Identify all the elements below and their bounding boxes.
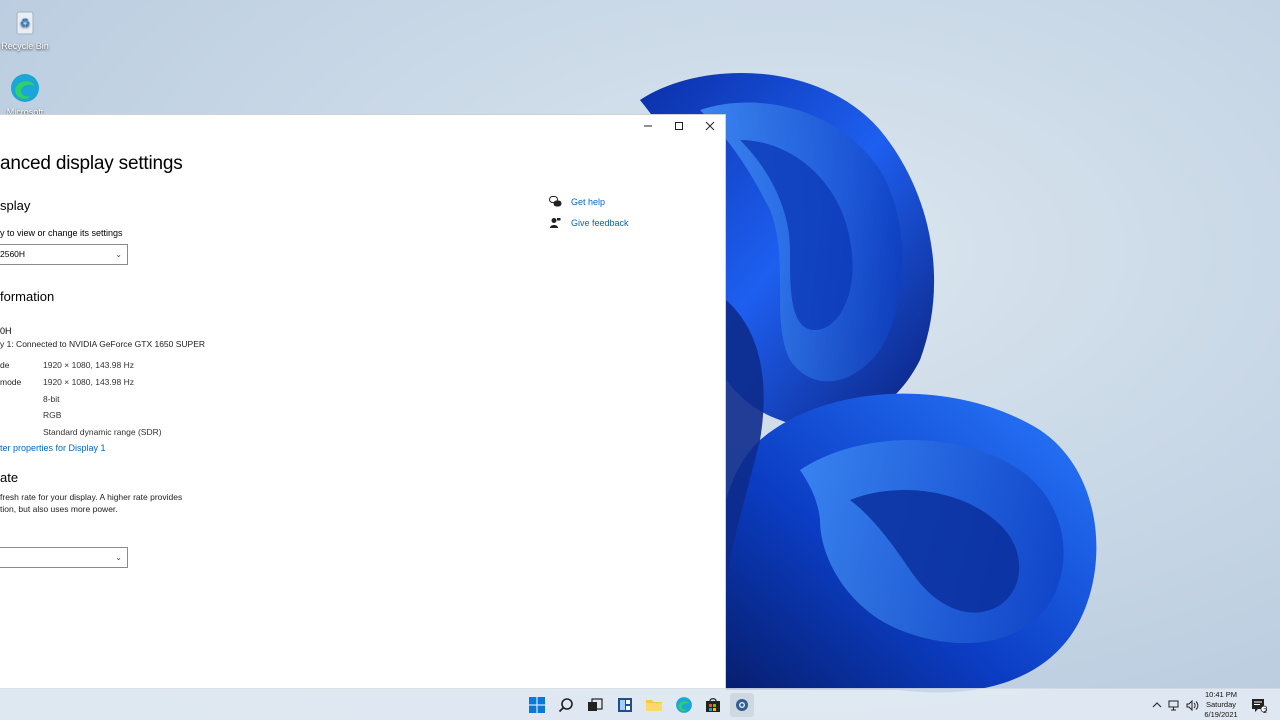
start-button[interactable]: [525, 693, 549, 717]
feedback-person-icon: [548, 216, 562, 230]
adapter-properties-link[interactable]: ter properties for Display 1: [0, 443, 106, 453]
notification-center-button[interactable]: 2: [1248, 693, 1270, 717]
recycle-bin-label: Recycle Bin: [1, 41, 49, 51]
close-icon: [705, 121, 714, 131]
edge-taskbar-button[interactable]: [672, 693, 696, 717]
chevron-up-icon: [1152, 702, 1162, 708]
maximize-icon: [674, 122, 683, 130]
show-hidden-icons-button[interactable]: [1150, 701, 1164, 709]
svg-text:♻: ♻: [20, 16, 31, 30]
select-display-prompt: y to view or change its settings: [0, 228, 123, 238]
info-value-color-space: Standard dynamic range (SDR): [43, 427, 162, 437]
clock-time: 10:41 PM: [1204, 690, 1238, 699]
system-tray: [1150, 689, 1200, 720]
desktop-icon-recycle-bin[interactable]: ♻ Recycle Bin: [0, 6, 50, 51]
minimize-icon: [643, 125, 652, 127]
give-feedback-row[interactable]: Give feedback: [548, 212, 629, 233]
store-button[interactable]: [701, 693, 725, 717]
taskbar-clock[interactable]: 10:41 PM Saturday 6/19/2021: [1196, 689, 1246, 720]
settings-content: anced display settings splay y to view o…: [0, 115, 540, 689]
display-select-value: 2560H: [0, 249, 26, 259]
widgets-button[interactable]: [613, 693, 637, 717]
windows-logo-icon: [529, 697, 545, 713]
task-view-button[interactable]: [583, 693, 607, 717]
info-value-bit-depth: 8-bit: [43, 394, 60, 404]
close-button[interactable]: [694, 115, 725, 137]
gear-icon: [736, 699, 748, 711]
info-value-color-format: RGB: [43, 410, 62, 420]
info-label-active-mode: mode: [0, 377, 22, 387]
edge-icon: [676, 697, 692, 713]
clock-date: 6/19/2021: [1204, 710, 1238, 719]
widgets-icon: [618, 698, 632, 712]
maximize-button[interactable]: [663, 115, 694, 137]
refresh-description-line1: fresh rate for your display. A higher ra…: [0, 492, 183, 502]
chevron-down-icon: ⌄: [115, 553, 122, 562]
page-title: anced display settings: [0, 153, 183, 174]
connection-info: y 1: Connected to NVIDIA GeForce GTX 165…: [0, 339, 206, 349]
info-value-active-mode: 1920 × 1080, 143.98 Hz: [43, 377, 134, 387]
refresh-description-line2: tion, but also uses more power.: [0, 504, 118, 514]
settings-window: anced display settings splay y to view o…: [0, 114, 726, 690]
clock-day: Saturday: [1205, 700, 1237, 709]
section-heading-refresh: ate: [0, 470, 19, 485]
recycle-bin-icon: ♻: [9, 6, 41, 38]
chevron-down-icon: ⌄: [115, 250, 122, 259]
task-view-icon: [588, 698, 603, 711]
folder-icon: [646, 700, 662, 711]
refresh-rate-select[interactable]: ⌄: [0, 547, 128, 568]
section-heading-info: formation: [0, 289, 55, 304]
edge-icon: [9, 72, 41, 104]
taskbar-search-button[interactable]: [554, 693, 578, 717]
file-explorer-button[interactable]: [642, 693, 666, 717]
search-icon: [558, 698, 573, 713]
info-value-desktop-mode: 1920 × 1080, 143.98 Hz: [43, 360, 134, 370]
minimize-button[interactable]: [632, 115, 663, 137]
network-button[interactable]: [1166, 700, 1182, 711]
network-icon: [1168, 700, 1178, 710]
get-help-row[interactable]: Get help: [548, 191, 629, 212]
section-heading-display: splay: [0, 198, 31, 213]
settings-taskbar-button[interactable]: [730, 693, 754, 717]
help-chat-icon: [548, 195, 562, 209]
give-feedback-link[interactable]: Give feedback: [571, 218, 629, 228]
notification-count-badge: 2: [1263, 708, 1267, 715]
window-controls: [632, 115, 725, 137]
desktop-icon-edge[interactable]: Microsoft: [0, 72, 50, 117]
store-bag-icon: [706, 698, 720, 712]
display-select[interactable]: 2560H ⌄: [0, 244, 128, 265]
info-label-desktop-mode: de: [0, 360, 10, 370]
help-links: Get help Give feedback: [548, 191, 629, 233]
taskbar: 10:41 PM Saturday 6/19/2021 2: [0, 688, 1280, 720]
get-help-link[interactable]: Get help: [571, 197, 605, 207]
monitor-name: 0H: [0, 326, 12, 336]
